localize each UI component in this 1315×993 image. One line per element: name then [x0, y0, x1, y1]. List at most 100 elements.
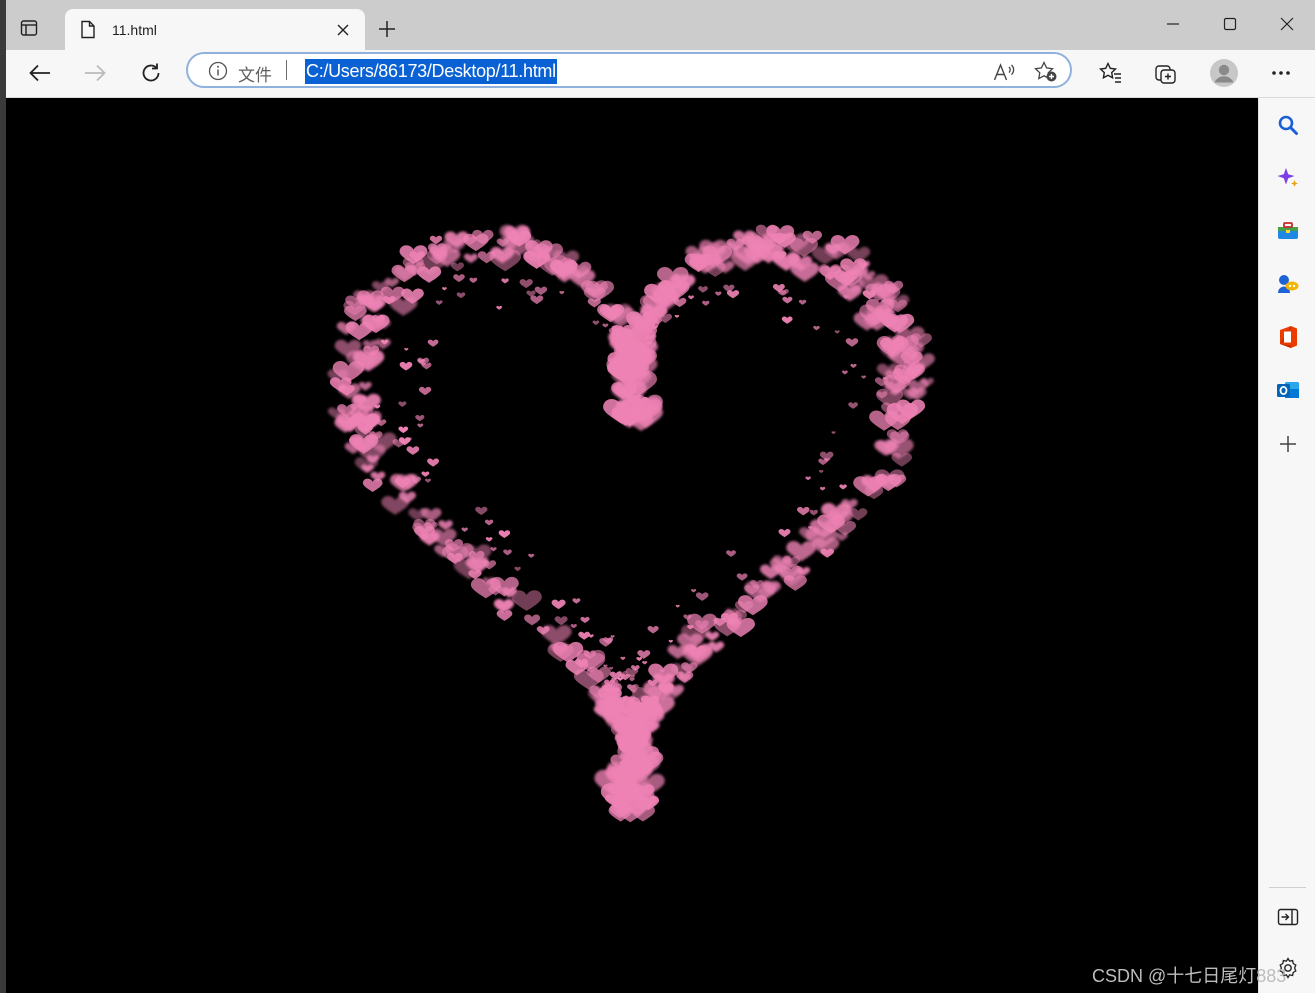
- close-window-button[interactable]: [1259, 0, 1315, 48]
- heart-particle: [726, 550, 736, 557]
- heart-particle: [456, 292, 466, 299]
- heart-particle: [782, 296, 793, 304]
- heart-particle: [484, 519, 494, 526]
- heart-particle: [541, 625, 572, 646]
- tab-actions-icon: [20, 20, 38, 36]
- heart-particle: [850, 363, 857, 369]
- sidebar-copilot-button[interactable]: [1273, 163, 1303, 193]
- heart-particle: [435, 300, 443, 305]
- collections-button[interactable]: [1148, 56, 1184, 90]
- heart-particle: [818, 470, 824, 474]
- favorites-icon: [1099, 62, 1121, 83]
- page-content: [6, 98, 1258, 993]
- heart-particle: [690, 588, 697, 593]
- heart-particle: [475, 506, 488, 516]
- sidebar-games-button[interactable]: [1273, 269, 1303, 299]
- heart-particle: [839, 484, 847, 490]
- heart-particle: [501, 278, 509, 284]
- heart-particle: [675, 604, 680, 608]
- heart-particle: [406, 446, 420, 455]
- settings-more-button[interactable]: [1263, 56, 1299, 90]
- heart-particle: [418, 386, 432, 396]
- heart-particle: [503, 549, 512, 556]
- heart-particle: [530, 295, 544, 305]
- sidebar-office-button[interactable]: [1273, 322, 1303, 352]
- browser-window: 11.html 文件 C:/Users/86173/Desktop/11.htm…: [6, 0, 1315, 993]
- back-button[interactable]: [22, 56, 58, 90]
- heart-particle: [442, 287, 447, 291]
- heart-particle: [736, 573, 748, 581]
- tab-close-button[interactable]: [329, 16, 357, 44]
- tab-11-html[interactable]: 11.html: [65, 9, 365, 50]
- heart-particle: [398, 426, 409, 434]
- heart-particle: [672, 297, 687, 308]
- heart-particle: [362, 478, 383, 493]
- close-icon: [1280, 17, 1294, 31]
- heart-animation-canvas: [327, 224, 935, 823]
- tools-icon: [1278, 222, 1298, 239]
- address-bar[interactable]: 文件 C:/Users/86173/Desktop/11.html: [186, 52, 1072, 88]
- heart-particle: [559, 291, 565, 295]
- add-icon: [1280, 436, 1296, 452]
- heart-particle: [588, 634, 594, 638]
- heart-particle: [620, 656, 626, 661]
- heart-particle: [642, 660, 648, 665]
- forward-button[interactable]: [77, 56, 113, 90]
- heart-particle: [511, 590, 542, 611]
- forward-arrow-icon: [85, 64, 106, 82]
- favorites-button[interactable]: [1093, 56, 1129, 90]
- minimize-button[interactable]: [1145, 0, 1201, 48]
- heart-particle: [370, 471, 386, 482]
- heart-particle: [688, 295, 695, 300]
- more-icon: [1272, 71, 1290, 75]
- heart-particle: [496, 305, 503, 310]
- heart-particle: [519, 279, 533, 289]
- heart-particle: [570, 624, 577, 629]
- sidebar-search-button[interactable]: [1273, 110, 1303, 140]
- heart-particle: [424, 478, 432, 483]
- heart-particle: [845, 338, 859, 347]
- refresh-button[interactable]: [133, 56, 169, 90]
- heart-particle: [427, 339, 439, 347]
- address-url[interactable]: C:/Users/86173/Desktop/11.html: [305, 59, 557, 84]
- heart-particle: [358, 381, 372, 391]
- plus-icon: [379, 21, 395, 37]
- heart-particle: [805, 476, 811, 481]
- heart-particle: [498, 530, 511, 539]
- info-icon[interactable]: [208, 61, 228, 81]
- heart-particle: [421, 471, 430, 477]
- watermark: CSDN @十七日尾灯883: [1092, 966, 1287, 986]
- back-arrow-icon: [29, 64, 50, 82]
- heart-particle: [469, 277, 478, 283]
- add-favorite-icon[interactable]: [1034, 60, 1058, 84]
- collections-icon: [1155, 65, 1176, 84]
- heart-particle: [572, 598, 581, 604]
- heart-particle: [809, 509, 818, 516]
- new-tab-button[interactable]: [372, 14, 402, 44]
- heart-particle: [819, 486, 826, 491]
- avatar: [1210, 59, 1238, 87]
- close-icon: [337, 24, 349, 35]
- heart-particle: [861, 375, 867, 379]
- sidebar-add-button[interactable]: [1273, 429, 1303, 459]
- heart-particle: [637, 650, 651, 659]
- heart-particle: [551, 599, 566, 610]
- heart-particle: [453, 274, 465, 283]
- tab-actions-button[interactable]: [14, 13, 44, 43]
- heart-particle: [415, 414, 425, 422]
- sidebar-outlook-button[interactable]: [1273, 375, 1303, 405]
- profile-button[interactable]: [1206, 56, 1242, 90]
- heart-particle: [831, 431, 836, 435]
- heart-particle: [702, 300, 710, 306]
- sidebar-hide-button[interactable]: [1273, 902, 1303, 932]
- heart-particle: [647, 625, 659, 634]
- heart-particle: [798, 299, 807, 305]
- heart-particle: [698, 286, 708, 293]
- heart-particle: [408, 508, 428, 522]
- heart-particle: [602, 323, 609, 328]
- read-aloud-icon[interactable]: [992, 60, 1016, 84]
- maximize-button[interactable]: [1202, 0, 1258, 48]
- toolbar: 文件 C:/Users/86173/Desktop/11.html: [6, 50, 1315, 98]
- sidebar-divider: [1269, 887, 1306, 888]
- sidebar-tools-button[interactable]: [1273, 216, 1303, 246]
